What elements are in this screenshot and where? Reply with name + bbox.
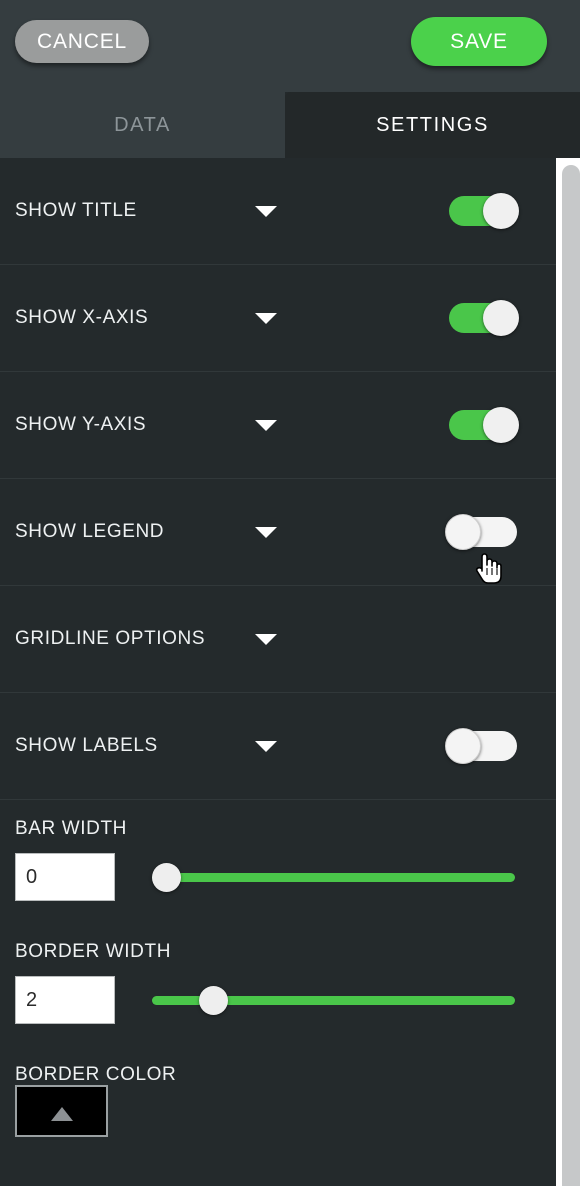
- setting-label: SHOW LEGEND: [15, 521, 165, 542]
- setting-row-gridline-options[interactable]: GRIDLINE OPTIONS: [0, 586, 556, 693]
- setting-row-show-legend[interactable]: SHOW LEGEND: [0, 479, 556, 586]
- setting-label: SHOW LABELS: [15, 735, 158, 756]
- chevron-down-icon[interactable]: [255, 205, 277, 217]
- toggle-show-title[interactable]: [447, 193, 519, 229]
- toggle-show-x-axis[interactable]: [447, 300, 519, 336]
- tab-settings[interactable]: SETTINGS: [285, 92, 580, 158]
- setting-row-show-x-axis[interactable]: SHOW X-AXIS: [0, 265, 556, 372]
- triangle-up-icon: [50, 1107, 73, 1121]
- bar-width-slider[interactable]: [152, 863, 515, 892]
- setting-label: SHOW Y-AXIS: [15, 414, 147, 435]
- setting-row-show-labels[interactable]: SHOW LABELS: [0, 693, 556, 800]
- chevron-down-icon[interactable]: [255, 633, 277, 645]
- chevron-down-icon[interactable]: [255, 526, 277, 538]
- bar-width-section: BAR WIDTH: [0, 800, 556, 923]
- bar-width-input[interactable]: [15, 853, 115, 901]
- scrollbar-thumb[interactable]: [562, 165, 580, 1186]
- slider-knob[interactable]: [152, 863, 181, 892]
- save-button[interactable]: SAVE: [411, 17, 547, 66]
- chevron-down-icon[interactable]: [255, 312, 277, 324]
- border-width-slider[interactable]: [152, 986, 515, 1015]
- settings-list: SHOW TITLE SHOW X-AXIS SHOW Y-AXIS SHOW …: [0, 158, 556, 1186]
- chevron-down-icon[interactable]: [255, 740, 277, 752]
- setting-label: SHOW X-AXIS: [15, 307, 149, 328]
- tab-bar: DATA SETTINGS: [0, 92, 580, 158]
- bar-width-label: BAR WIDTH: [15, 818, 128, 839]
- slider-knob[interactable]: [198, 986, 228, 1015]
- toggle-show-legend[interactable]: [445, 514, 519, 550]
- border-color-section: BORDER COLOR: [0, 1046, 556, 1137]
- toggle-knob: [483, 407, 519, 443]
- border-color-swatch[interactable]: [15, 1085, 108, 1137]
- border-width-input[interactable]: [15, 976, 115, 1024]
- header-bar: CANCEL SAVE: [0, 0, 580, 92]
- border-width-section: BORDER WIDTH: [0, 923, 556, 1046]
- toggle-knob: [445, 728, 481, 764]
- toggle-knob: [483, 300, 519, 336]
- setting-row-show-title[interactable]: SHOW TITLE: [0, 158, 556, 265]
- tab-data[interactable]: DATA: [0, 92, 285, 158]
- chevron-down-icon[interactable]: [255, 419, 277, 431]
- border-width-label: BORDER WIDTH: [15, 941, 172, 962]
- setting-label: GRIDLINE OPTIONS: [15, 628, 206, 649]
- setting-row-show-y-axis[interactable]: SHOW Y-AXIS: [0, 372, 556, 479]
- setting-label: SHOW TITLE: [15, 200, 137, 221]
- toggle-knob: [445, 514, 481, 550]
- toggle-knob: [483, 193, 519, 229]
- toggle-show-labels[interactable]: [445, 728, 519, 764]
- border-color-label: BORDER COLOR: [15, 1064, 177, 1085]
- settings-panel: CANCEL SAVE DATA SETTINGS SHOW TITLE SHO…: [0, 0, 580, 1186]
- slider-track: [152, 873, 515, 882]
- cancel-button[interactable]: CANCEL: [15, 20, 149, 63]
- vertical-scrollbar[interactable]: [556, 158, 580, 1186]
- toggle-show-y-axis[interactable]: [447, 407, 519, 443]
